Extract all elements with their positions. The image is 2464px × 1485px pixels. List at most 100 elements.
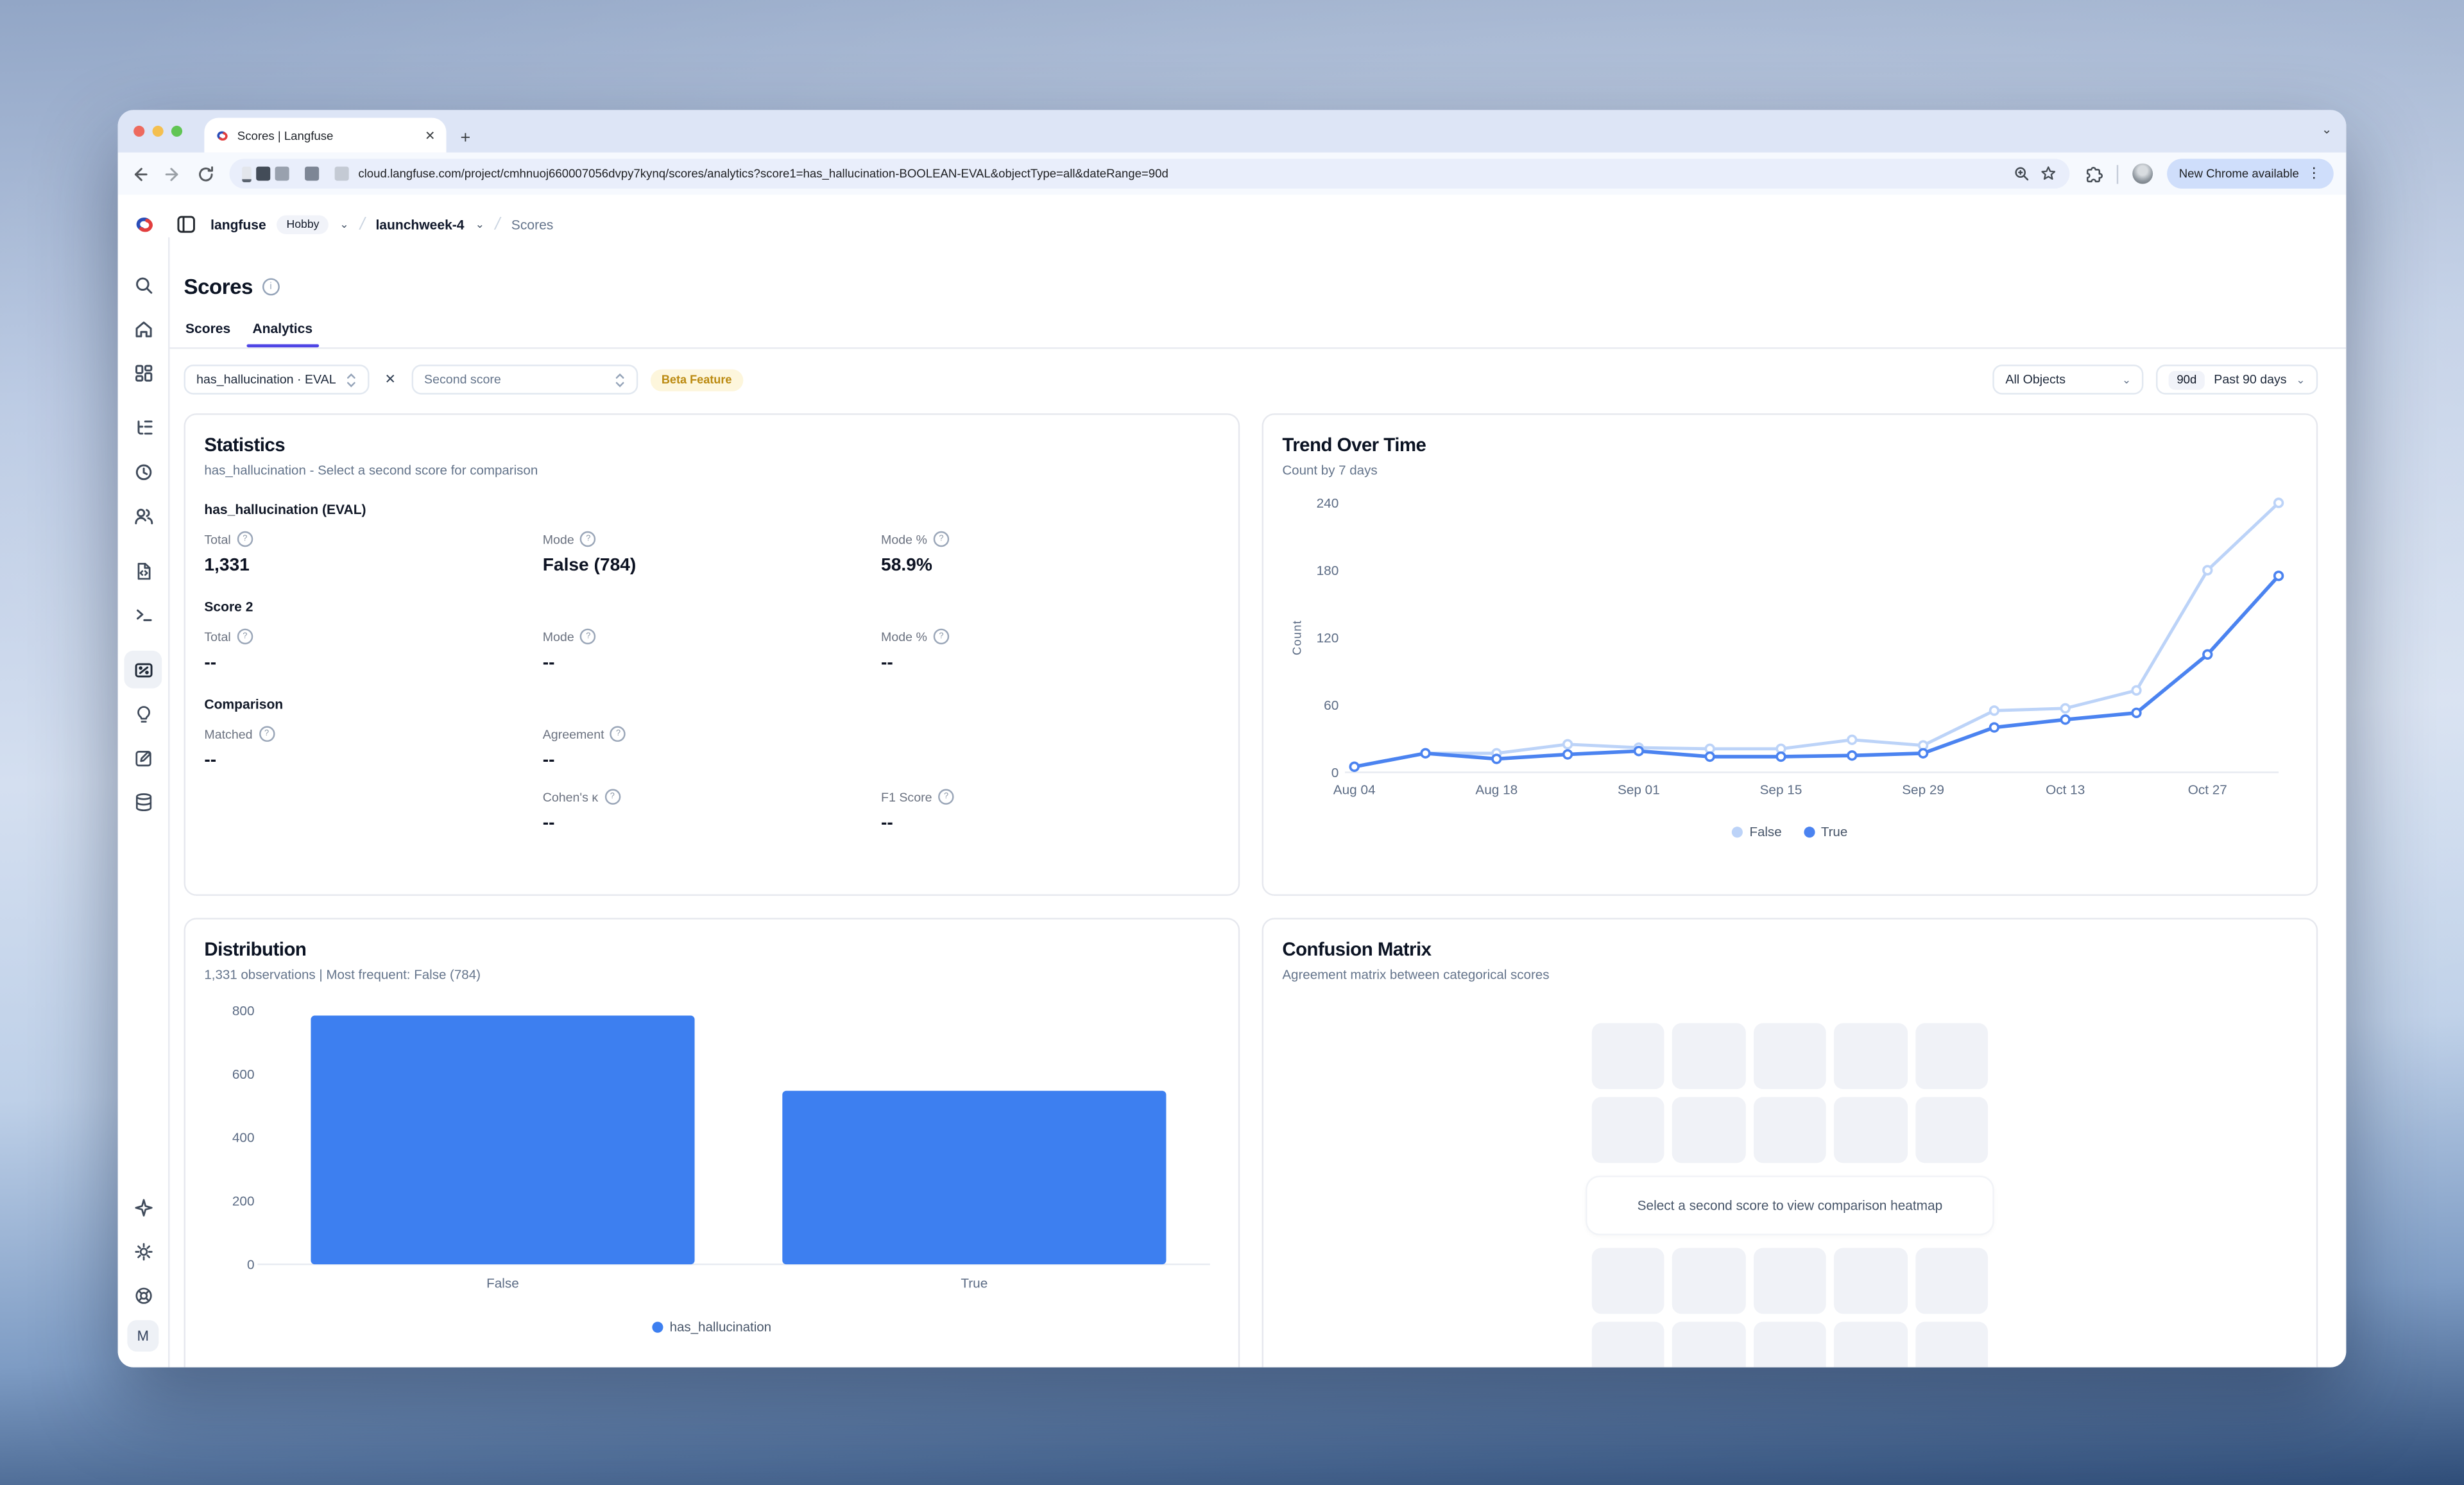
score2-placeholder: Second score [424, 372, 605, 386]
user-avatar[interactable]: M [127, 1320, 158, 1352]
sidebar-item-sessions[interactable] [124, 452, 162, 490]
svg-text:60: 60 [1324, 698, 1339, 713]
sidebar-toggle-icon[interactable] [176, 214, 196, 234]
heatmap-cell [1592, 1322, 1665, 1368]
metric-value: -- [881, 654, 1219, 673]
series-false [1350, 499, 2282, 771]
tab-analytics[interactable]: Analytics [252, 321, 312, 348]
metric-value: -- [543, 751, 881, 770]
help-icon[interactable]: ? [237, 629, 253, 644]
tab-close-icon[interactable]: ✕ [425, 128, 435, 142]
redacted-site-chip [242, 166, 349, 181]
metric-label: Matched [204, 727, 252, 741]
metric-label: Total [204, 532, 230, 546]
svg-text:True: True [961, 1276, 988, 1291]
svg-text:Sep 29: Sep 29 [1902, 783, 1944, 798]
zoom-icon[interactable] [2012, 165, 2030, 182]
bookmark-star-icon[interactable] [2039, 165, 2057, 182]
minimize-window-button[interactable] [153, 126, 164, 137]
extensions-icon[interactable] [2083, 164, 2101, 183]
metric-label: Mode [543, 630, 574, 644]
project-chevron-icon[interactable]: ⌄ [475, 218, 484, 230]
forward-icon[interactable] [164, 164, 182, 183]
chrome-update-pill[interactable]: New Chrome available ⋮ [2166, 159, 2334, 189]
url-text: cloud.langfuse.com/project/cmhnuoj660007… [358, 167, 2003, 181]
series-true [1350, 572, 2282, 771]
bar-true [782, 1091, 1166, 1264]
trend-card: Trend Over Time Count by 7 days 06012018… [1262, 413, 2318, 896]
sidebar-item-prompts[interactable] [124, 552, 162, 590]
help-icon[interactable]: ? [581, 629, 596, 644]
sidebar-item-search[interactable] [124, 266, 162, 304]
svg-text:Count: Count [1290, 620, 1304, 655]
gear-icon [133, 1240, 153, 1261]
sidebar-item-tracing[interactable] [124, 409, 162, 447]
svg-text:240: 240 [1317, 496, 1339, 511]
org-name[interactable]: langfuse [210, 216, 266, 232]
svg-text:400: 400 [232, 1131, 255, 1146]
heatmap-cell [1754, 1097, 1827, 1163]
help-icon[interactable]: ? [237, 531, 253, 547]
help-icon[interactable]: ? [610, 726, 626, 741]
tab-scores[interactable]: Scores [185, 321, 230, 348]
sidebar-item-annotation[interactable] [124, 739, 162, 777]
whats-new-button[interactable] [124, 1188, 162, 1226]
sidebar-item-dashboards[interactable] [124, 354, 162, 391]
bar-false [311, 1016, 694, 1265]
metric-value: 1,331 [204, 556, 542, 575]
tab-title: Scores | Langfuse [237, 128, 417, 142]
support-button[interactable] [124, 1276, 162, 1314]
metric-value: -- [881, 814, 1219, 833]
sidebar-item-users[interactable] [124, 497, 162, 535]
sidebar-item-evals[interactable] [124, 694, 162, 732]
langfuse-favicon [216, 128, 230, 142]
legend-dot [1804, 827, 1815, 837]
metric-value: 58.9% [881, 556, 1219, 575]
tab-search-icon[interactable]: ⌄ [2322, 123, 2332, 137]
dashboards-icon [133, 362, 153, 382]
score2-select[interactable]: Second score [411, 365, 638, 395]
sidebar-item-scores[interactable] [124, 651, 162, 689]
clock-icon [133, 461, 153, 482]
help-icon[interactable]: ? [934, 531, 949, 547]
help-icon[interactable]: ? [259, 726, 274, 741]
info-icon[interactable]: i [262, 278, 280, 295]
statistics-title: Statistics [204, 434, 1219, 456]
profile-avatar[interactable] [2132, 164, 2152, 184]
browser-toolbar: cloud.langfuse.com/project/cmhnuoj660007… [118, 153, 2347, 195]
maximize-window-button[interactable] [171, 126, 182, 137]
heatmap-cell [1673, 1322, 1746, 1368]
refresh-icon[interactable] [196, 164, 215, 183]
heatmap-placeholder: Select a second score to view comparison… [1592, 1023, 1988, 1367]
date-range-select[interactable]: 90d Past 90 days ⌄ [2156, 365, 2318, 395]
filter-bar: has_hallucination · EVAL ✕ Second score … [169, 349, 2346, 395]
heatmap-cell [1592, 1097, 1665, 1163]
sidebar-item-datasets[interactable] [124, 783, 162, 821]
svg-text:800: 800 [232, 1004, 255, 1018]
metric-mode-pct: Mode %? -- [881, 629, 1219, 673]
new-tab-button[interactable]: + [461, 129, 471, 148]
help-icon[interactable]: ? [581, 531, 596, 547]
help-icon[interactable]: ? [934, 629, 949, 644]
org-chevron-icon[interactable]: ⌄ [339, 218, 348, 230]
back-icon[interactable] [130, 164, 149, 183]
browser-tab[interactable]: Scores | Langfuse ✕ [204, 118, 446, 153]
page-title: Scores [184, 275, 253, 299]
close-window-button[interactable] [133, 126, 144, 137]
settings-button[interactable] [124, 1232, 162, 1270]
help-icon[interactable]: ? [604, 789, 620, 804]
metric-matched: Matched? -- [204, 726, 542, 770]
project-name[interactable]: launchweek-4 [375, 216, 464, 232]
browser-menu-icon[interactable]: ⋮ [2307, 165, 2321, 182]
sidebar-item-home[interactable] [124, 309, 162, 347]
address-bar[interactable]: cloud.langfuse.com/project/cmhnuoj660007… [230, 159, 2069, 189]
statistics-subtitle: has_hallucination - Select a second scor… [204, 462, 1219, 477]
svg-text:Oct 13: Oct 13 [2046, 783, 2085, 798]
help-icon[interactable]: ? [938, 789, 954, 804]
object-filter-select[interactable]: All Objects ⌄ [1993, 365, 2144, 395]
score1-select[interactable]: has_hallucination · EVAL [184, 365, 369, 395]
sidebar-item-playground[interactable] [124, 596, 162, 633]
trend-chart: 060120180240CountAug 04Aug 18Sep 01Sep 1… [1282, 487, 2297, 810]
legend-item: True [1804, 824, 1847, 839]
clear-score1-button[interactable]: ✕ [382, 371, 399, 388]
